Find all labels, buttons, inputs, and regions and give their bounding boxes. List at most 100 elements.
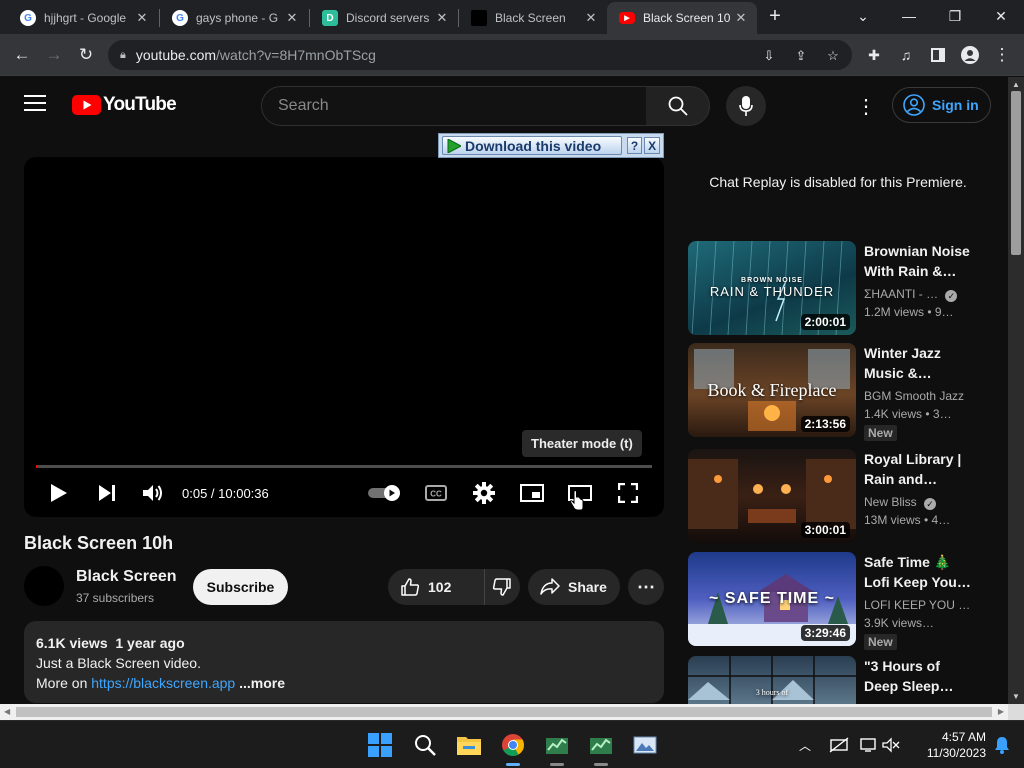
video-thumbnail[interactable]: ~ SAFE TIME ~ 3:29:46	[688, 552, 856, 646]
show-hidden-icons-chevron-icon[interactable]: ︿	[790, 729, 820, 761]
profile-icon[interactable]	[956, 41, 984, 69]
video-thumbnail[interactable]: 3 hours of	[688, 656, 856, 704]
settings-menu-icon[interactable]: ⋮	[856, 94, 876, 118]
channel-name[interactable]: Black Screen	[76, 568, 177, 586]
recommended-video[interactable]: 3 hours of "3 Hours of Deep Sleep…	[688, 656, 988, 704]
address-bar[interactable]: 🔒︎ youtube.com/watch?v=8H7mnObTScg ⇩ ⇪ ☆	[108, 40, 852, 70]
channel-name[interactable]: LOFI KEEP YOU …	[864, 596, 974, 614]
tab-gays-phone[interactable]: G gays phone - G ✕	[160, 2, 308, 34]
video-title[interactable]: Royal Library | Rain and…	[864, 449, 974, 489]
browser-toolbar: ← → ↻ 🔒︎ youtube.com/watch?v=8H7mnObTScg…	[0, 34, 1024, 76]
tab-hjjhgrt[interactable]: G hjjhgrt - Google ✕	[8, 2, 158, 34]
chrome-taskbar-button[interactable]	[497, 729, 529, 766]
dislike-button[interactable]	[485, 569, 519, 605]
voice-search-button[interactable]	[726, 86, 766, 126]
fullscreen-button[interactable]	[614, 477, 642, 509]
minimize-button[interactable]: —	[886, 0, 932, 32]
reload-button[interactable]: ↻	[72, 41, 100, 69]
channel-name[interactable]: BGM Smooth Jazz	[864, 387, 974, 405]
autoplay-toggle[interactable]	[368, 477, 402, 509]
back-button[interactable]: ←	[8, 41, 36, 69]
app-taskbar-button[interactable]	[541, 729, 573, 766]
like-button[interactable]: 102	[388, 569, 485, 605]
next-button[interactable]	[92, 477, 122, 509]
search-input[interactable]	[278, 97, 646, 115]
forward-button[interactable]: →	[40, 41, 68, 69]
video-title[interactable]: "3 Hours of Deep Sleep…	[864, 656, 974, 696]
bookmark-star-icon[interactable]: ☆	[824, 47, 842, 65]
miniplayer-button[interactable]	[518, 477, 546, 509]
restore-button[interactable]: ❐	[932, 0, 978, 32]
system-clock[interactable]: 4:57 AM 11/30/2023	[910, 729, 986, 761]
play-button[interactable]	[44, 477, 74, 509]
video-title[interactable]: Safe Time 🎄 Lofi Keep You…	[864, 552, 974, 592]
downloader-close-button[interactable]: X	[644, 137, 660, 154]
share-icon[interactable]: ⇪	[792, 47, 810, 65]
scroll-right-arrow-icon[interactable]: ▶	[998, 707, 1004, 716]
video-thumbnail[interactable]: BROWN NOISE RAIN & THUNDER 2:00:01	[688, 241, 856, 335]
settings-button[interactable]	[470, 477, 498, 509]
vertical-scrollbar-thumb[interactable]	[1011, 91, 1021, 255]
video-thumbnail[interactable]: Book & Fireplace 2:13:56	[688, 343, 856, 437]
video-title[interactable]: Winter Jazz Music &…	[864, 343, 974, 383]
volume-muted-tray-icon[interactable]	[880, 729, 902, 761]
app-taskbar-button[interactable]	[585, 729, 617, 766]
show-more-button[interactable]: ...more	[239, 675, 285, 691]
youtube-logo[interactable]: YouTube	[72, 94, 177, 116]
tab-close-icon[interactable]: ✕	[284, 10, 300, 26]
scroll-up-arrow-icon[interactable]: ▲	[1012, 80, 1020, 89]
download-video-button[interactable]: Download this video	[442, 136, 622, 155]
install-app-icon[interactable]: ⇩	[760, 47, 778, 65]
notifications-bell-icon[interactable]	[990, 729, 1014, 761]
app-taskbar-button[interactable]	[629, 729, 661, 761]
tab-black-screen[interactable]: Black Screen ✕	[459, 2, 607, 34]
video-thumbnail[interactable]: 3:00:01	[688, 449, 856, 543]
display-tray-icon[interactable]	[858, 729, 880, 761]
horizontal-scrollbar-thumb[interactable]	[16, 707, 992, 717]
tab-close-icon[interactable]: ✕	[583, 10, 599, 26]
chrome-menu-icon[interactable]: ⋮	[988, 41, 1016, 69]
tab-close-icon[interactable]: ✕	[434, 10, 450, 26]
description-box[interactable]: 6.1K views 1 year ago Just a Black Scree…	[24, 621, 664, 703]
recommended-video[interactable]: BROWN NOISE RAIN & THUNDER 2:00:01 Brown…	[688, 241, 988, 337]
subscribe-button[interactable]: Subscribe	[193, 569, 288, 605]
vertical-scrollbar[interactable]: ▲ ▼	[1008, 77, 1024, 704]
description-link[interactable]: https://blackscreen.app	[91, 675, 235, 691]
video-duration: 2:00:01	[800, 314, 850, 330]
tab-close-icon[interactable]: ✕	[134, 10, 150, 26]
video-player[interactable]: Theater mode (t) 0:05 / 10:00:36 CC	[24, 157, 664, 517]
start-button[interactable]	[364, 729, 396, 761]
share-button[interactable]: Share	[528, 569, 620, 605]
tab-close-icon[interactable]: ✕	[733, 10, 749, 26]
tab-search-chevron-icon[interactable]: ⌄	[840, 0, 886, 32]
progress-bar[interactable]	[36, 465, 652, 468]
scroll-down-arrow-icon[interactable]: ▼	[1012, 692, 1020, 701]
scroll-left-arrow-icon[interactable]: ◀	[4, 707, 10, 716]
video-title[interactable]: Brownian Noise With Rain &…	[864, 241, 974, 281]
horizontal-scrollbar[interactable]: ◀ ▶	[0, 704, 1008, 720]
taskbar-search-button[interactable]	[409, 729, 441, 761]
search-button[interactable]	[646, 86, 710, 126]
recommended-video[interactable]: 3:00:01 Royal Library | Rain and… New Bl…	[688, 449, 988, 545]
network-tray-icon[interactable]	[824, 729, 854, 761]
close-window-button[interactable]: ✕	[978, 0, 1024, 32]
channel-line[interactable]: ΣHAANTI - … ✓	[864, 285, 974, 303]
recommended-video[interactable]: ~ SAFE TIME ~ 3:29:46 Safe Time 🎄 Lofi K…	[688, 552, 988, 650]
new-tab-button[interactable]: +	[758, 0, 792, 32]
search-box[interactable]	[261, 86, 647, 126]
channel-line[interactable]: New Bliss ✓	[864, 493, 974, 511]
hamburger-menu-icon[interactable]	[24, 95, 46, 116]
channel-avatar[interactable]	[24, 566, 64, 606]
file-explorer-button[interactable]	[453, 729, 485, 761]
tab-discord-servers[interactable]: D Discord servers ✕	[310, 2, 458, 34]
tab-black-screen-10h[interactable]: ▶ Black Screen 10 ✕	[607, 2, 757, 34]
extensions-puzzle-icon[interactable]: ✚	[860, 41, 888, 69]
mute-button[interactable]	[138, 477, 168, 509]
sign-in-button[interactable]: Sign in	[892, 87, 991, 123]
downloader-help-button[interactable]: ?	[626, 137, 643, 154]
more-actions-button[interactable]: ⋯	[628, 569, 664, 605]
recommended-video[interactable]: Book & Fireplace 2:13:56 Winter Jazz Mus…	[688, 343, 988, 441]
side-panel-icon[interactable]	[924, 41, 952, 69]
subtitles-button[interactable]: CC	[422, 477, 450, 509]
media-controls-icon[interactable]: ♫	[892, 41, 920, 69]
